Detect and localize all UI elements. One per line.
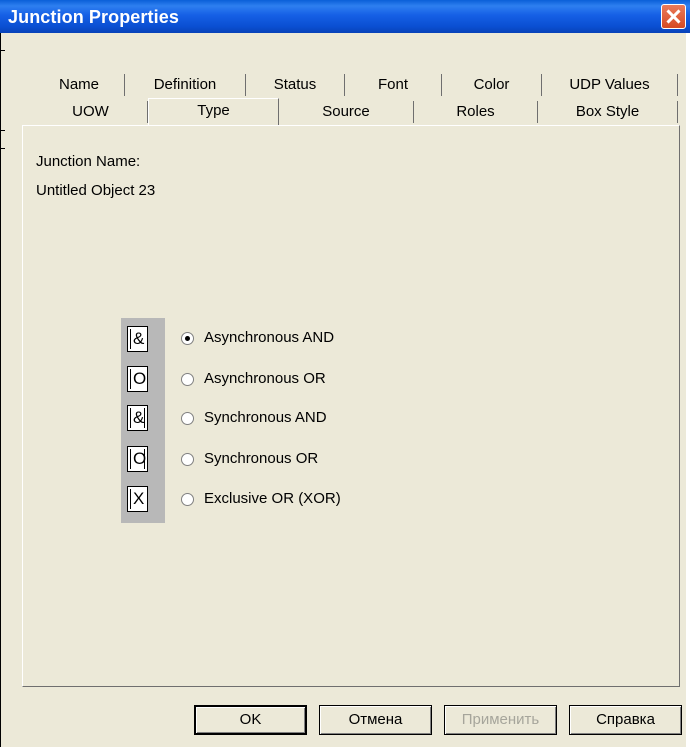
cancel-button[interactable]: Отмена: [319, 705, 432, 735]
apply-button[interactable]: Применить: [444, 705, 557, 735]
tab-roles[interactable]: Roles: [414, 101, 538, 123]
async-and-icon: &: [127, 326, 148, 352]
tab-uow[interactable]: UOW: [34, 101, 148, 123]
tab-source[interactable]: Source: [279, 101, 414, 123]
junction-name-value: Untitled Object 23: [36, 182, 156, 199]
tab-udp-values[interactable]: UDP Values: [542, 74, 678, 96]
label-exclusive-or[interactable]: Exclusive OR (XOR): [204, 490, 341, 507]
sync-and-icon: &: [127, 405, 148, 431]
label-synchronous-and[interactable]: Synchronous AND: [204, 409, 327, 426]
radio-asynchronous-or[interactable]: [181, 373, 194, 386]
tab-type[interactable]: Type: [148, 98, 279, 126]
label-asynchronous-and[interactable]: Asynchronous AND: [204, 329, 334, 346]
junction-name-label: Junction Name:: [36, 153, 141, 170]
close-icon[interactable]: [661, 4, 686, 29]
sync-or-icon: O: [127, 446, 148, 472]
async-or-icon: O: [127, 366, 148, 392]
label-synchronous-or[interactable]: Synchronous OR: [204, 450, 318, 467]
tab-font[interactable]: Font: [345, 74, 442, 96]
radio-synchronous-or[interactable]: [181, 453, 194, 466]
title-bar: Junction Properties: [0, 0, 690, 33]
tab-definition[interactable]: Definition: [125, 74, 246, 96]
tab-color[interactable]: Color: [442, 74, 542, 96]
tab-box-style[interactable]: Box Style: [538, 101, 678, 123]
help-button[interactable]: Справка: [569, 705, 682, 735]
radio-exclusive-or[interactable]: [181, 493, 194, 506]
xor-icon: X: [127, 486, 148, 512]
tab-status[interactable]: Status: [246, 74, 345, 96]
radio-synchronous-and[interactable]: [181, 412, 194, 425]
radio-asynchronous-and[interactable]: [181, 332, 194, 345]
window-title: Junction Properties: [8, 7, 179, 27]
ok-button[interactable]: OK: [194, 705, 307, 735]
label-asynchronous-or[interactable]: Asynchronous OR: [204, 370, 326, 387]
tab-name[interactable]: Name: [34, 74, 125, 96]
